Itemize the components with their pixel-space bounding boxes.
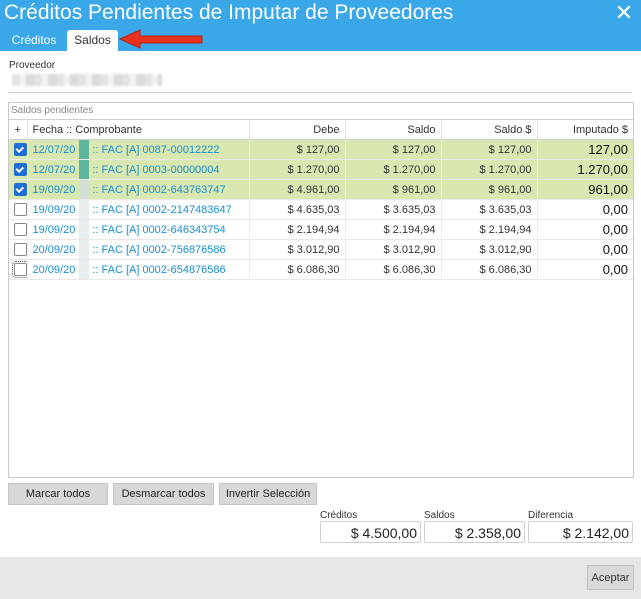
saldo-pesos-cell: $ 127,00: [440, 139, 537, 160]
comprobante-link[interactable]: :: FAC [A] 0002-643763747: [92, 184, 225, 196]
row-marker: [79, 160, 90, 179]
grid-title: Saldos pendientes: [11, 105, 94, 116]
fecha-link[interactable]: 20/09/20: [33, 264, 76, 276]
table-row[interactable]: 19/09/20:: FAC [A] 0002-643763747 $ 4.96…: [9, 179, 633, 200]
imputado-cell[interactable]: 127,00: [536, 139, 633, 160]
mark-all-button[interactable]: Marcar todos: [8, 483, 108, 505]
debe-cell: $ 4.961,00: [248, 179, 345, 200]
fecha-link[interactable]: 20/09/20: [33, 244, 76, 256]
debe-cell: $ 4.635,03: [248, 199, 345, 220]
imputado-cell[interactable]: 0,00: [536, 199, 633, 220]
row-marker: [79, 140, 90, 159]
proveedor-label: Proveedor: [9, 60, 56, 71]
table-header-row: + Fecha :: Comprobante Debe Saldo Saldo …: [9, 119, 633, 140]
tab-creditos[interactable]: Créditos: [6, 30, 62, 51]
row-marker: [79, 220, 90, 239]
debe-cell: $ 1.270,00: [248, 159, 345, 180]
table-row[interactable]: 12/07/20:: FAC [A] 0003-00000004 $ 1.270…: [9, 159, 633, 180]
saldo-cell: $ 3.012,90: [344, 239, 441, 260]
comprobante-link[interactable]: :: FAC [A] 0003-00000004: [92, 164, 219, 176]
row-checkbox[interactable]: [14, 203, 27, 216]
debe-cell: $ 3.012,90: [248, 239, 345, 260]
table-row[interactable]: 20/09/20:: FAC [A] 0002-756876586 $ 3.01…: [9, 239, 633, 260]
saldo-cell: $ 127,00: [344, 139, 441, 160]
saldo-cell: $ 2.194,94: [344, 219, 441, 240]
comprobante-link[interactable]: :: FAC [A] 0002-756876586: [92, 244, 225, 256]
imputado-cell[interactable]: 1.270,00: [536, 159, 633, 180]
row-checkbox[interactable]: [14, 183, 27, 196]
fecha-link[interactable]: 19/09/20: [33, 184, 76, 196]
saldo-cell: $ 6.086,30: [344, 259, 441, 280]
saldo-pesos-cell: $ 2.194,94: [440, 219, 537, 240]
saldo-cell: $ 1.270,00: [344, 159, 441, 180]
tab-saldos[interactable]: Saldos: [67, 30, 118, 51]
creditos-total-field: $ 4.500,00: [320, 521, 421, 543]
debe-cell: $ 2.194,94: [248, 219, 345, 240]
comprobante-link[interactable]: :: FAC [A] 0002-2147483647: [92, 204, 231, 216]
fecha-link[interactable]: 19/09/20: [33, 204, 76, 216]
saldo-pesos-cell: $ 961,00: [440, 179, 537, 200]
row-marker: [79, 240, 90, 259]
row-marker: [79, 260, 90, 279]
saldo-pesos-cell: $ 3.012,90: [440, 239, 537, 260]
diferencia-total-label: Diferencia: [528, 510, 574, 521]
row-checkbox[interactable]: [14, 163, 27, 176]
dialog-title: Créditos Pendientes de Imputar de Provee…: [4, 1, 454, 24]
creditos-total-label: Créditos: [320, 510, 358, 521]
accept-button[interactable]: Aceptar: [587, 565, 634, 590]
col-header-imputado[interactable]: Imputado $: [536, 119, 633, 140]
dialog-header: Créditos Pendientes de Imputar de Provee…: [0, 0, 641, 51]
row-checkbox[interactable]: [12, 261, 27, 278]
col-header-saldo[interactable]: Saldo: [344, 119, 441, 140]
saldo-cell: $ 961,00: [344, 179, 441, 200]
imputado-cell[interactable]: 0,00: [536, 219, 633, 240]
fecha-link[interactable]: 19/09/20: [33, 224, 76, 236]
table-row[interactable]: 20/09/20:: FAC [A] 0002-654876586 $ 6.08…: [9, 259, 633, 280]
saldo-pesos-cell: $ 6.086,30: [440, 259, 537, 280]
unmark-all-button[interactable]: Desmarcar todos: [113, 483, 214, 505]
table-row[interactable]: 19/09/20:: FAC [A] 0002-646343754 $ 2.19…: [9, 219, 633, 240]
row-marker: [79, 200, 90, 219]
imputado-cell[interactable]: 0,00: [536, 259, 633, 280]
debe-cell: $ 6.086,30: [248, 259, 345, 280]
debe-cell: $ 127,00: [248, 139, 345, 160]
col-header-debe[interactable]: Debe: [248, 119, 345, 140]
saldos-table: + Fecha :: Comprobante Debe Saldo Saldo …: [9, 119, 633, 280]
diferencia-total-field: $ 2.142,00: [528, 521, 633, 543]
col-header-saldo-pesos[interactable]: Saldo $: [440, 119, 537, 140]
annotation-arrow-icon: [118, 29, 203, 49]
saldos-grid-panel: Saldos pendientes + Fecha :: Comprobante…: [8, 102, 634, 478]
invert-selection-button[interactable]: Invertir Selección: [219, 483, 317, 505]
saldos-total-field: $ 2.358,00: [424, 521, 525, 543]
fecha-link[interactable]: 12/07/20: [33, 144, 76, 156]
proveedor-value-obscured: [12, 74, 162, 86]
row-checkbox[interactable]: [14, 143, 27, 156]
saldo-pesos-cell: $ 1.270,00: [440, 159, 537, 180]
imputado-cell[interactable]: 961,00: [536, 179, 633, 200]
comprobante-link[interactable]: :: FAC [A] 0002-646343754: [92, 224, 225, 236]
col-header-fecha[interactable]: Fecha :: Comprobante: [26, 119, 249, 140]
close-icon[interactable]: ✕: [613, 2, 635, 24]
comprobante-link[interactable]: :: FAC [A] 0002-654876586: [92, 264, 225, 276]
saldos-total-label: Saldos: [424, 510, 455, 521]
row-marker: [79, 180, 90, 199]
fecha-link[interactable]: 12/07/20: [33, 164, 76, 176]
saldo-pesos-cell: $ 3.635,03: [440, 199, 537, 220]
table-row[interactable]: 12/07/20:: FAC [A] 0087-00012222 $ 127,0…: [9, 139, 633, 160]
saldo-cell: $ 3.635,03: [344, 199, 441, 220]
comprobante-link[interactable]: :: FAC [A] 0087-00012222: [92, 144, 219, 156]
row-checkbox[interactable]: [14, 223, 27, 236]
col-header-select[interactable]: +: [9, 119, 27, 140]
proveedor-field[interactable]: [8, 72, 632, 93]
row-checkbox[interactable]: [14, 243, 27, 256]
imputado-cell[interactable]: 0,00: [536, 239, 633, 260]
table-row[interactable]: 19/09/20:: FAC [A] 0002-2147483647 $ 4.6…: [9, 199, 633, 220]
dialog-footer: [0, 557, 641, 599]
